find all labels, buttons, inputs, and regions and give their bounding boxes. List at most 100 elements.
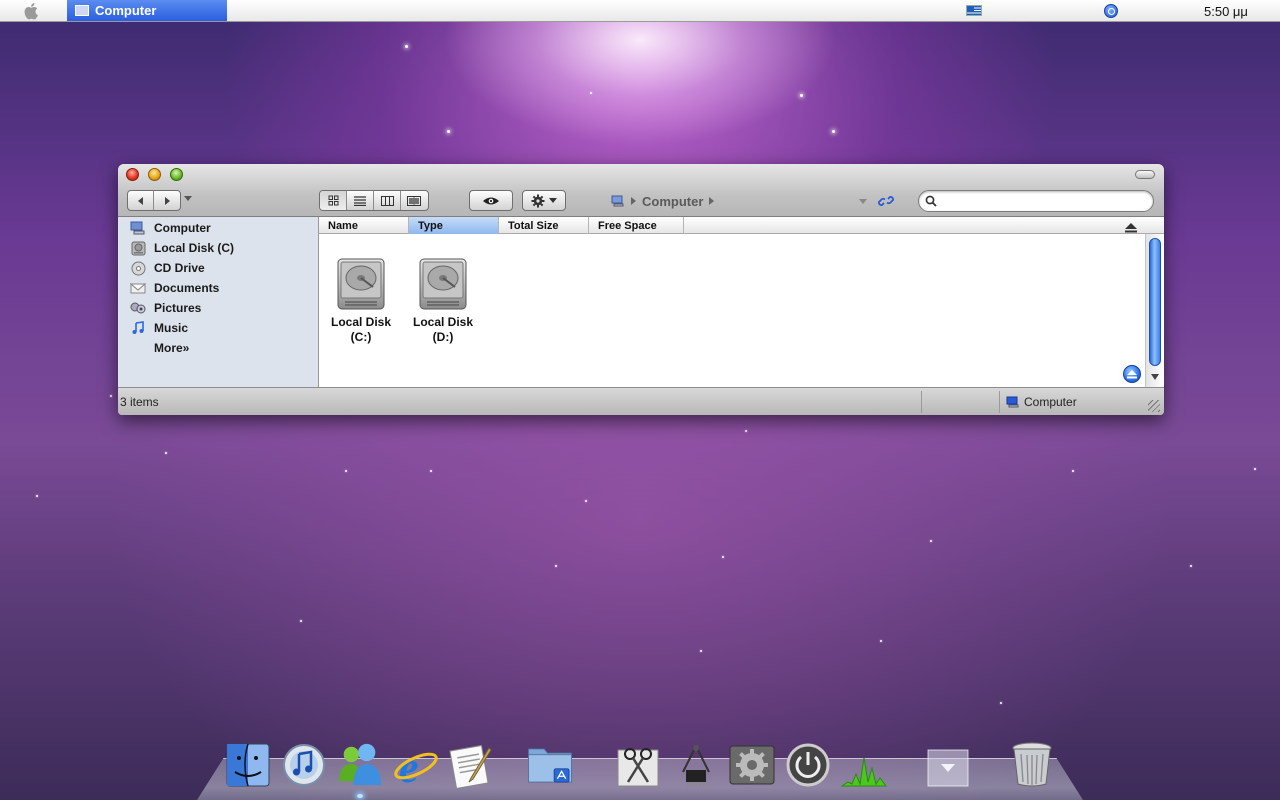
items-count: 3 items [120,395,159,409]
music-note-icon [130,320,146,336]
status-divider [999,391,1000,413]
sidebar-item-computer[interactable]: Computer [118,218,318,238]
sidebar: Computer Local Disk (C) CD Drive Documen… [118,217,319,387]
dock-item-internet-explorer[interactable]: e [392,736,440,788]
dock-item-applications-folder[interactable] [526,736,574,788]
back-button[interactable] [128,191,155,210]
action-menu-button[interactable] [522,190,566,211]
cover-flow-button[interactable] [401,191,428,210]
documents-icon [130,280,146,296]
scissors-icon [617,748,659,787]
stack-icon [927,749,969,787]
eject-button[interactable] [1123,365,1141,383]
file-item-local-disk-c[interactable]: Local Disk (C:) [320,257,402,345]
path-current[interactable]: Computer [642,194,703,209]
file-item-local-disk-d[interactable]: Local Disk (D:) [402,257,484,345]
hard-drive-icon [419,258,467,310]
active-app-menu[interactable]: Computer [67,0,227,21]
cover-flow-icon [407,195,422,206]
sidebar-item-documents[interactable]: Documents [118,278,318,298]
sidebar-more-link[interactable]: More» [118,338,318,358]
path-bar: Computer [611,192,715,210]
zoom-button[interactable] [170,168,183,181]
icon-view-button[interactable] [320,191,347,210]
resize-grip-icon[interactable] [1148,400,1160,412]
dock-item-system-preferences[interactable] [728,736,776,788]
file-item-label: Local Disk (D:) [412,315,474,344]
messenger-icon [338,743,382,786]
sidebar-item-label: Music [154,321,189,335]
dock-item-textedit[interactable] [448,736,496,788]
star [585,500,587,502]
search-field[interactable] [918,190,1154,212]
status-location: Computer [1006,395,1077,409]
sidebar-item-local-disk[interactable]: Local Disk (C) [118,238,318,258]
spotlight-icon[interactable] [1104,4,1118,18]
column-total-size[interactable]: Total Size [499,217,589,234]
sidebar-item-cd-drive[interactable]: CD Drive [118,258,318,278]
column-name[interactable]: Name [319,217,409,234]
back-arrow-icon [137,196,143,205]
sidebar-item-music[interactable]: Music [118,318,318,338]
star [700,650,702,652]
scroll-down-icon[interactable] [1151,374,1159,380]
computer-icon[interactable] [611,195,625,207]
path-dropdown-icon[interactable] [859,199,867,204]
dock-item-snipping-tool[interactable] [614,736,662,788]
dock-item-itunes[interactable] [280,736,328,788]
sync-link-icon[interactable] [878,194,894,208]
minimize-button[interactable] [148,168,161,181]
dock-item-trash[interactable] [1008,736,1056,788]
star [832,130,835,133]
active-app-label: Computer [95,3,157,18]
computer-icon [75,5,89,16]
power-icon [786,743,830,787]
star [1072,470,1074,472]
dock-item-activity-monitor[interactable] [840,736,888,788]
dock-item-messenger[interactable] [336,736,384,788]
status-bar: 3 items Computer [118,387,1164,415]
sidebar-item-label: CD Drive [154,261,205,275]
pictures-icon [130,300,146,316]
dock-item-shutdown[interactable] [784,736,832,788]
sidebar-item-label: Pictures [154,301,202,315]
status-divider [921,391,922,413]
folder-icon [528,748,572,783]
history-dropdown-icon[interactable] [184,196,192,201]
column-free-space[interactable]: Free Space [589,217,684,234]
eject-icon [1127,369,1137,378]
eject-icon[interactable] [1125,223,1137,233]
forward-arrow-icon [165,196,170,205]
greek-flag-icon[interactable] [966,5,982,16]
column-type[interactable]: Type [409,217,499,234]
dock-item-stack[interactable] [924,736,972,788]
star [880,640,882,642]
dock-item-system-utility[interactable] [672,736,720,788]
chevron-down-icon [549,198,557,203]
internet-explorer-icon: e [394,743,438,788]
search-icon [925,195,937,207]
column-header: Name Type Total Size Free Space [319,217,1164,234]
sidebar-item-pictures[interactable]: Pictures [118,298,318,318]
itunes-icon [283,744,325,786]
search-input[interactable] [941,194,1153,208]
computer-icon [1006,396,1019,408]
dock-item-finder[interactable] [224,736,272,788]
quick-look-button[interactable] [469,190,513,211]
star [800,94,803,97]
scroll-thumb[interactable] [1149,238,1161,366]
star [110,395,112,397]
close-button[interactable] [126,168,139,181]
menu-bar: Computer 5:50 μμ [0,0,1280,22]
icon-view-icon [328,195,338,206]
apple-logo-icon[interactable] [22,1,42,21]
vertical-scrollbar[interactable] [1145,234,1163,387]
forward-button[interactable] [154,191,180,210]
list-view-button[interactable] [347,191,374,210]
toolbar-toggle-button[interactable] [1135,170,1155,179]
column-view-button[interactable] [374,191,401,210]
menu-clock[interactable]: 5:50 μμ [1204,4,1248,19]
path-separator-icon [631,197,636,205]
star [1190,565,1192,567]
back-forward-control [127,190,181,211]
